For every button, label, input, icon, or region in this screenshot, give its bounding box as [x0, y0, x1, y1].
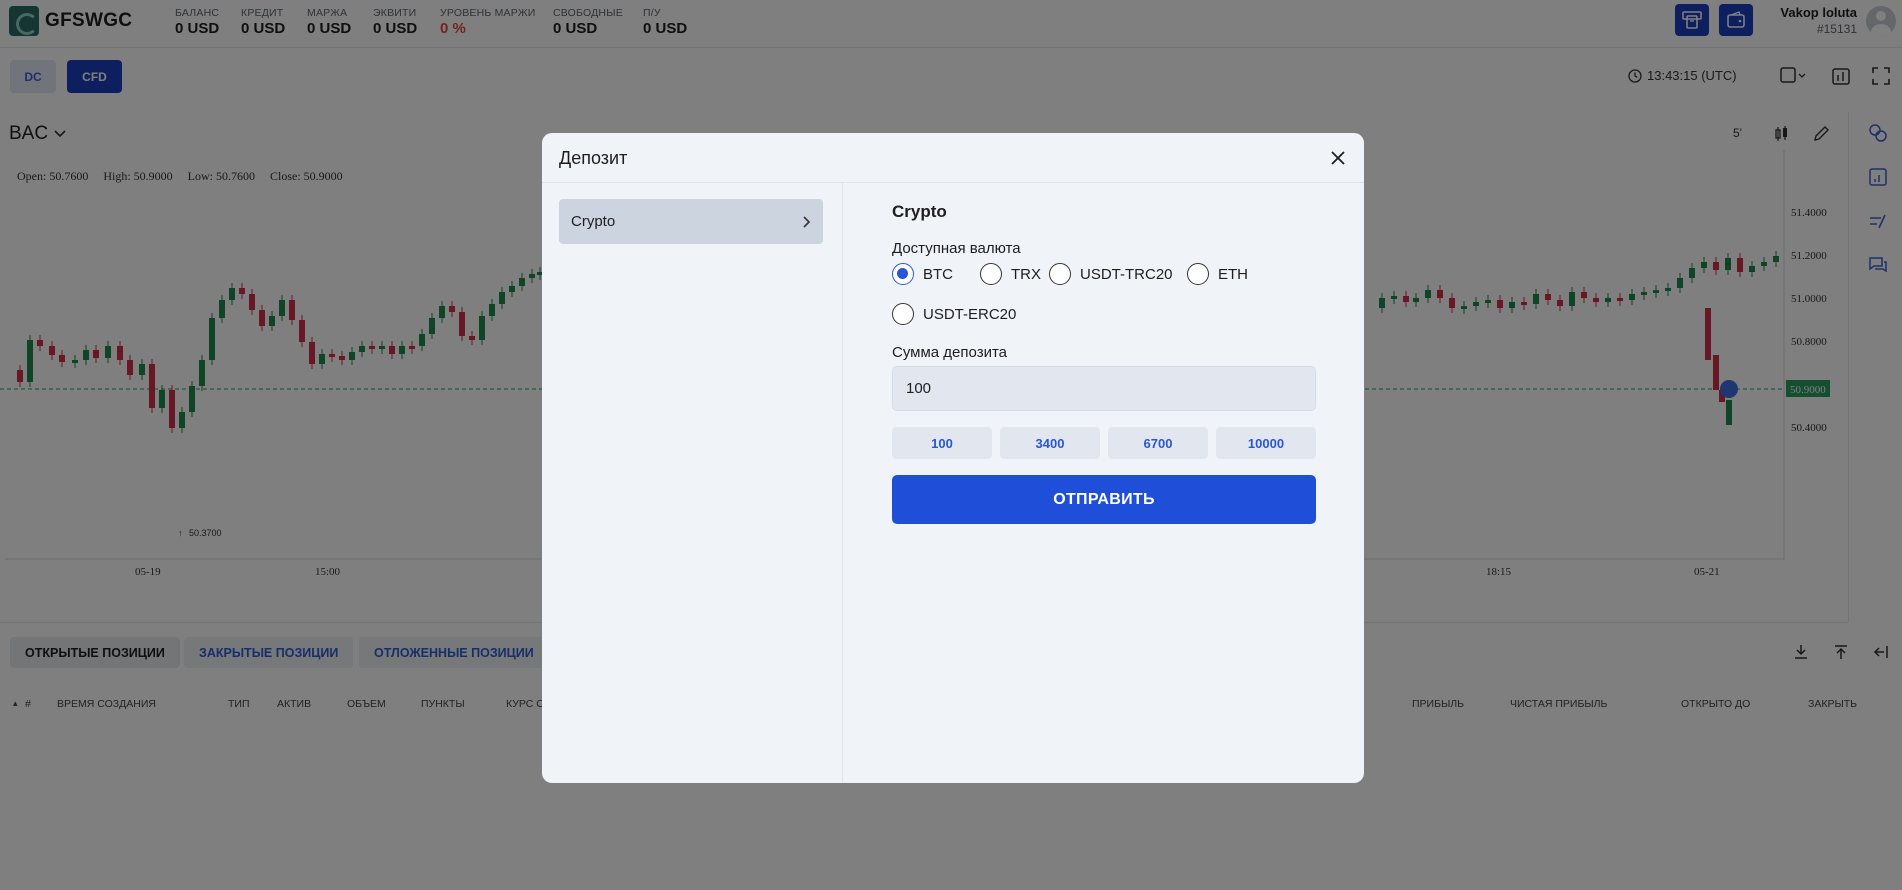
quick-amount-100[interactable]: 100 — [892, 427, 992, 459]
method-crypto[interactable]: Crypto — [559, 199, 823, 244]
radio-label: USDT-ERC20 — [923, 305, 1017, 323]
radio-circle — [1187, 263, 1209, 285]
quick-amount-3400[interactable]: 3400 — [1000, 427, 1100, 459]
radio-eth[interactable]: ETH — [1187, 263, 1248, 285]
radio-circle — [980, 263, 1002, 285]
currency-label: Доступная валюта — [892, 240, 1021, 257]
quick-amount-10000[interactable]: 10000 — [1216, 427, 1316, 459]
amount-label: Сумма депозита — [892, 344, 1007, 361]
amount-input[interactable] — [892, 366, 1316, 411]
close-button[interactable] — [1326, 146, 1350, 170]
radio-usdt-erc20[interactable]: USDT-ERC20 — [892, 303, 1016, 325]
submit-button[interactable]: ОТПРАВИТЬ — [892, 475, 1316, 524]
close-icon — [1331, 151, 1345, 165]
radio-circle — [1049, 263, 1071, 285]
radio-label: USDT-TRC20 — [1080, 265, 1173, 283]
method-label: Crypto — [571, 213, 616, 230]
modal-header: Депозит — [542, 133, 1364, 183]
quick-amount-6700[interactable]: 6700 — [1108, 427, 1208, 459]
radio-circle — [892, 303, 914, 325]
deposit-modal: Депозит Crypto Crypto Доступная валюта B… — [542, 133, 1364, 783]
chevron-right-icon — [803, 215, 811, 228]
radio-label: ETH — [1218, 265, 1248, 283]
radio-circle — [892, 263, 914, 285]
radio-label: BTC — [923, 265, 953, 283]
modal-title: Депозит — [559, 148, 628, 168]
radio-btc[interactable]: BTC — [892, 263, 953, 285]
deposit-methods: Crypto — [542, 183, 843, 783]
radio-usdt-trc20[interactable]: USDT-TRC20 — [1049, 263, 1173, 285]
radio-label: TRX — [1011, 265, 1041, 283]
radio-trx[interactable]: TRX — [980, 263, 1041, 285]
section-title: Crypto — [892, 202, 947, 221]
